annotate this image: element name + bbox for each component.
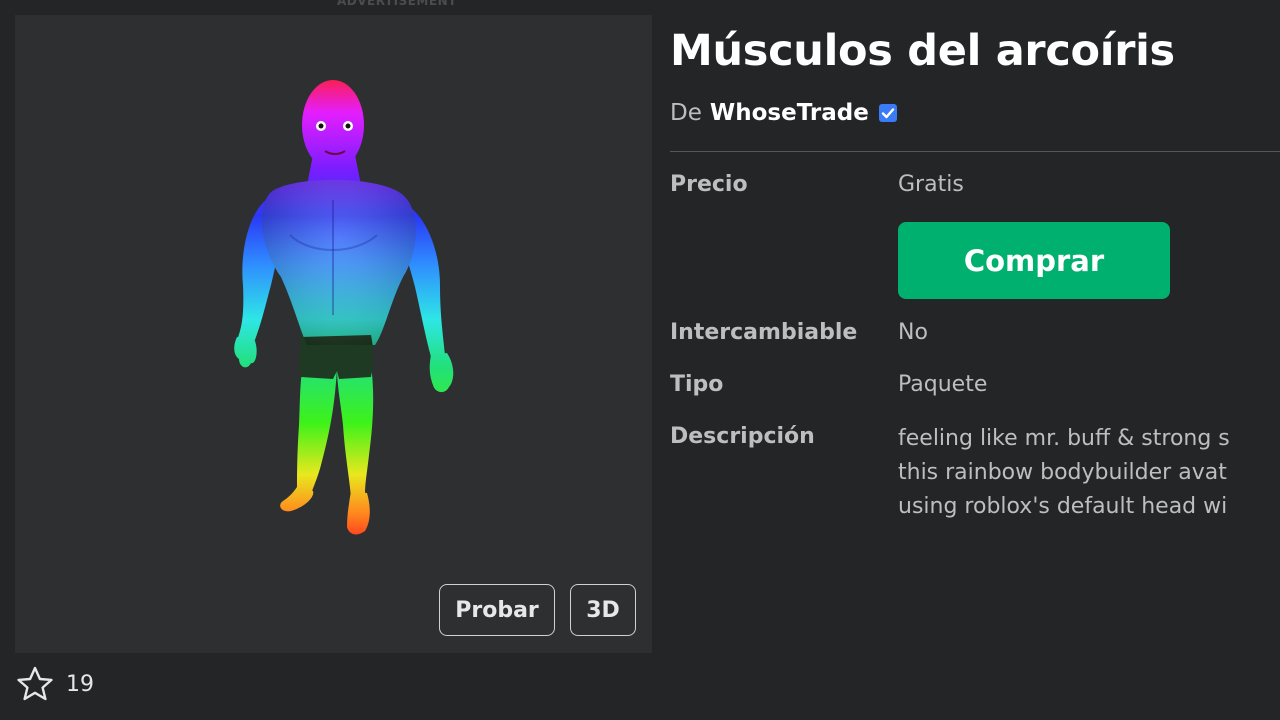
verified-badge-icon xyxy=(878,104,897,122)
description-label: Descripción xyxy=(670,424,815,449)
item-thumbnail-panel: Probar 3D xyxy=(15,15,652,653)
type-value: Paquete xyxy=(898,372,988,397)
header-divider xyxy=(670,151,1280,152)
star-outline-icon[interactable] xyxy=(16,666,54,702)
description-line: this rainbow bodybuilder avat xyxy=(898,460,1227,485)
description-line: feeling like mr. buff & strong s xyxy=(898,426,1230,451)
creator-line: De WhoseTrade xyxy=(670,100,898,126)
buy-button[interactable]: Comprar xyxy=(898,222,1170,299)
tradable-label: Intercambiable xyxy=(670,320,858,345)
item-title: Músculos del arcoíris xyxy=(670,26,1175,76)
creator-link[interactable]: WhoseTrade xyxy=(710,100,869,126)
creator-prefix: De xyxy=(670,100,702,126)
description-text: feeling like mr. buff & strong s this ra… xyxy=(898,422,1280,524)
type-label: Tipo xyxy=(670,372,724,397)
advertisement-label: ADVERTISEMENT xyxy=(337,0,457,8)
price-label: Precio xyxy=(670,172,748,197)
favorite-control[interactable]: 19 xyxy=(16,666,94,702)
price-value: Gratis xyxy=(898,172,964,197)
favorite-count: 19 xyxy=(66,671,94,697)
try-on-button[interactable]: Probar xyxy=(439,584,555,636)
view-3d-button[interactable]: 3D xyxy=(570,584,636,636)
description-line: using roblox's default head wi xyxy=(898,494,1228,519)
item-details-page: ADVERTISEMENT Probar 3D 19 Músculos del … xyxy=(0,0,1280,720)
avatar-preview-image xyxy=(234,80,454,535)
tradable-value: No xyxy=(898,320,928,345)
